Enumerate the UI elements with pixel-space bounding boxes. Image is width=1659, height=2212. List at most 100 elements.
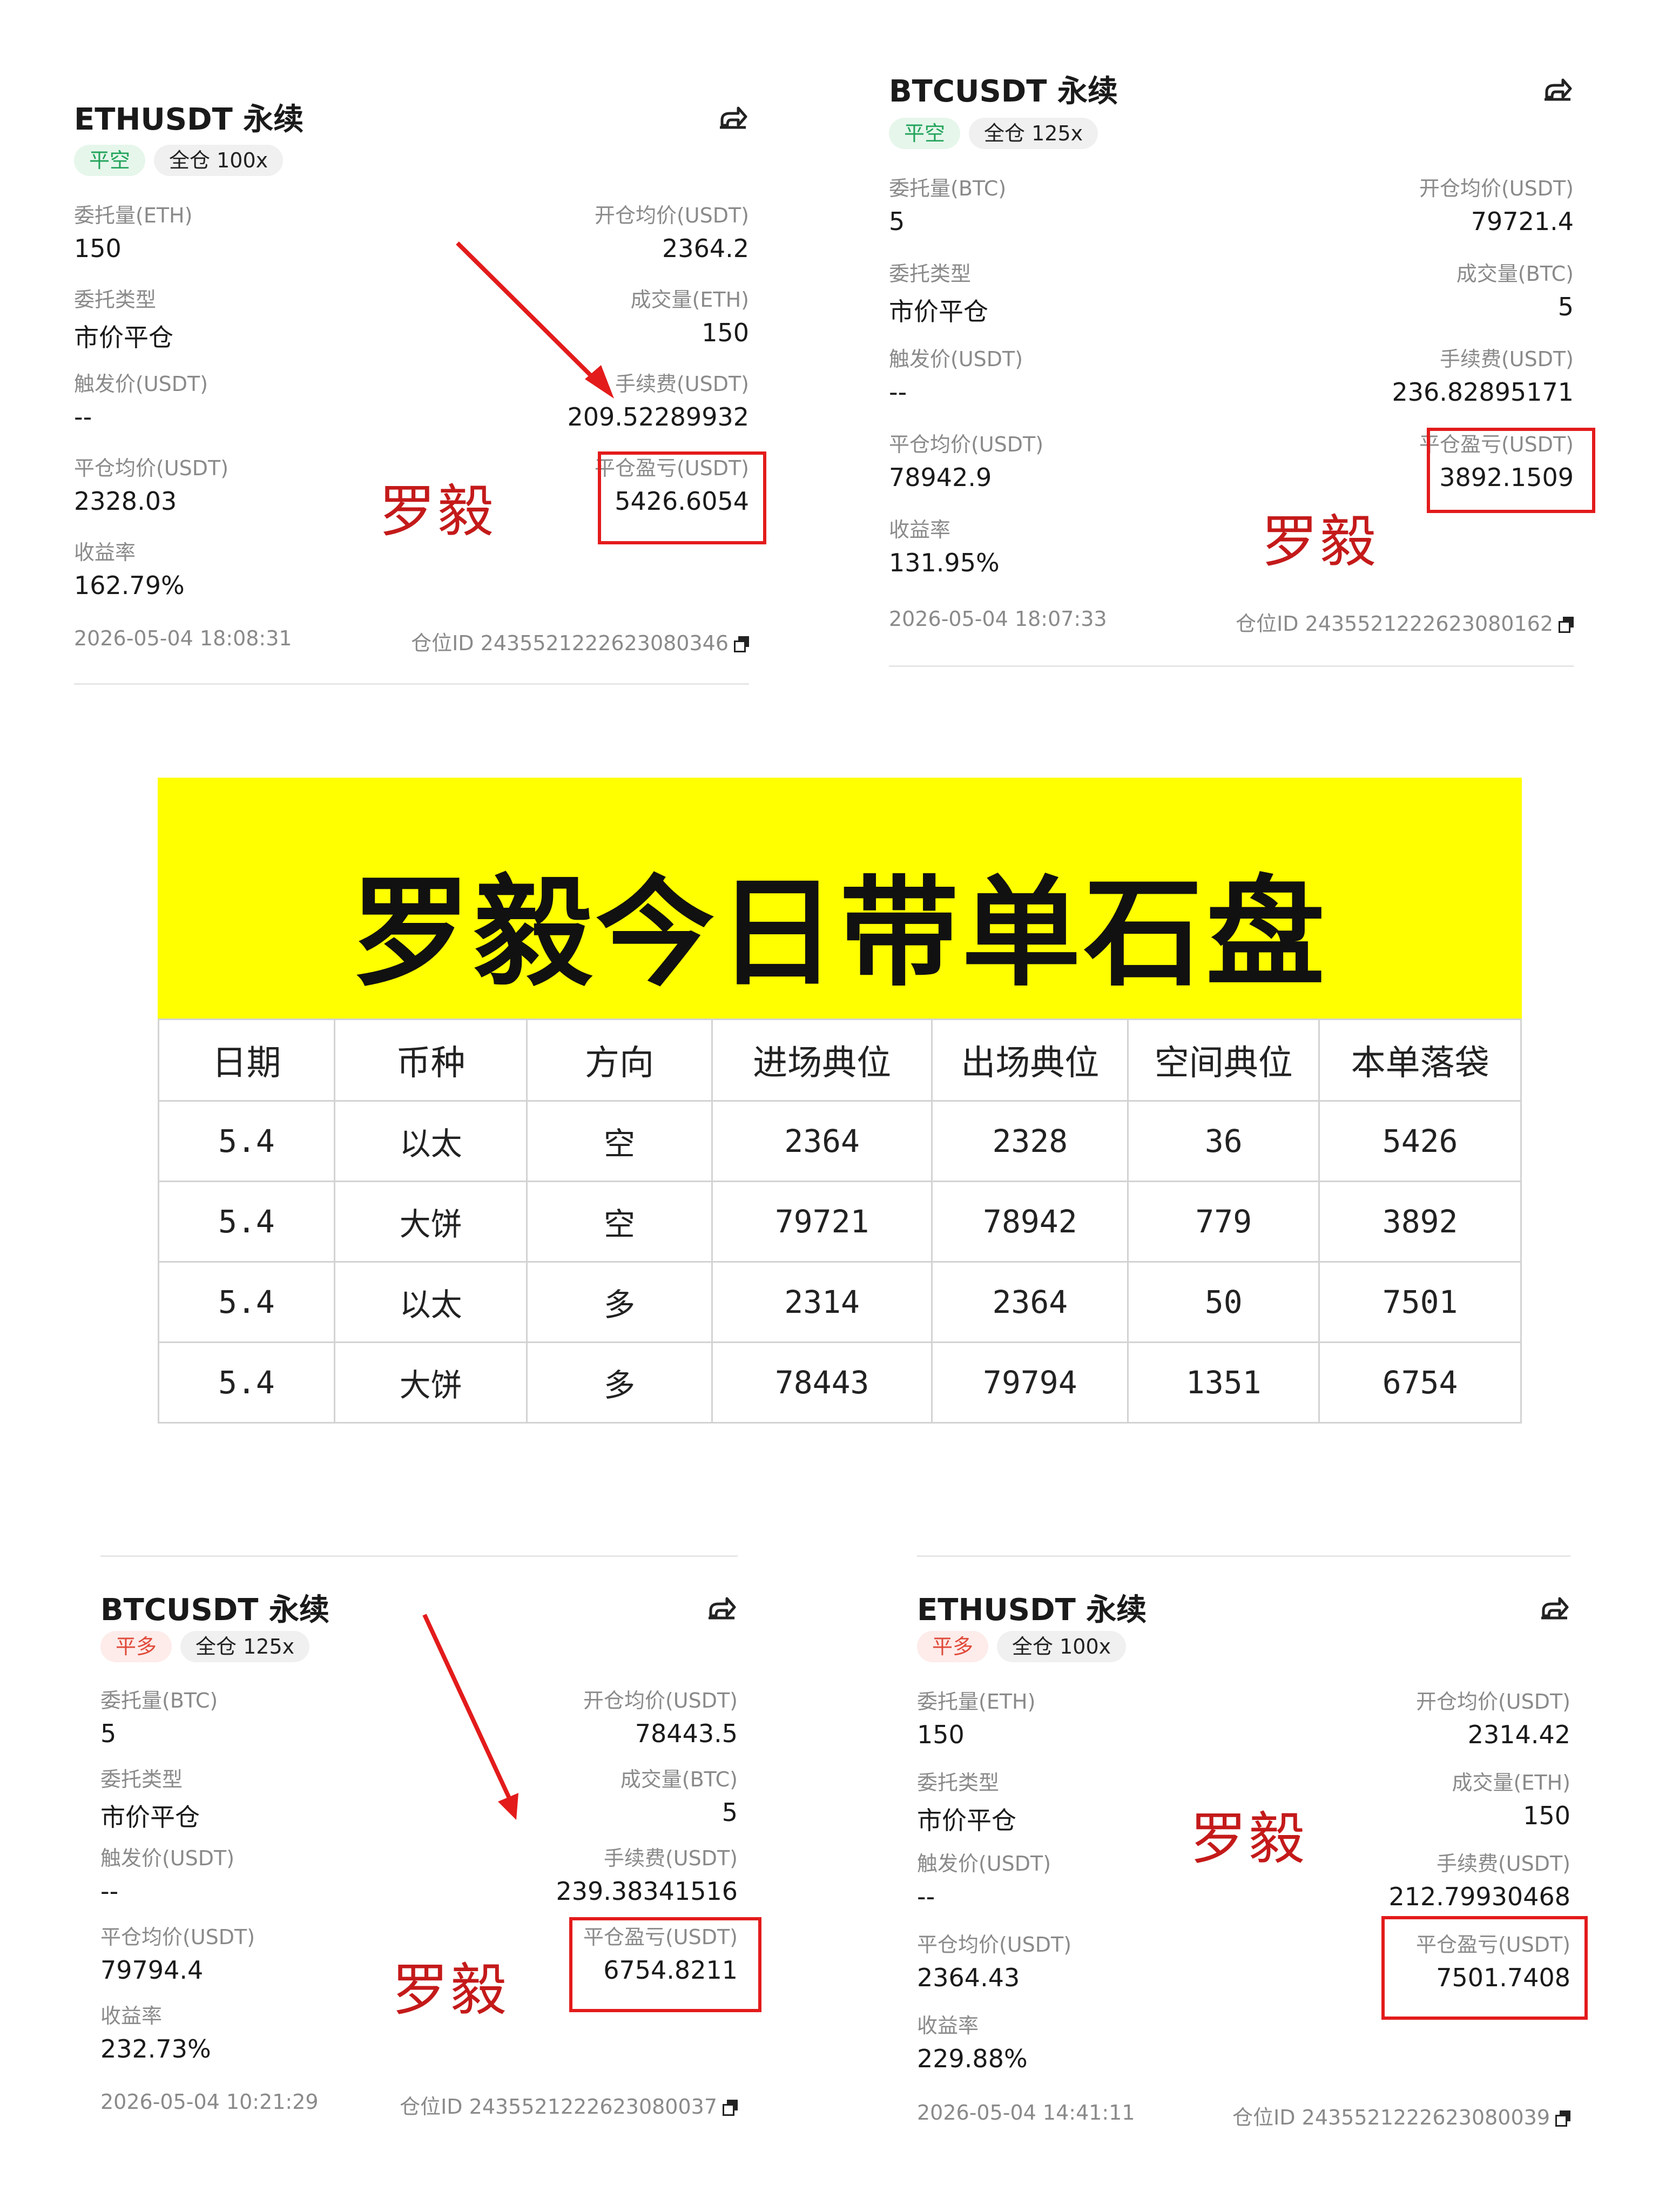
- column-header: 进场典位: [711, 1019, 933, 1102]
- fee-field: 手续费(USDT) 212.79930468: [1388, 1847, 1570, 1911]
- badge-row: 平空 全仓 100x: [74, 145, 284, 176]
- summary-banner: 罗毅今日带单石盘: [158, 778, 1522, 1019]
- card-divider: [917, 1555, 1570, 1557]
- watermark-text: 罗毅: [379, 478, 496, 544]
- field-label: 收益率: [74, 541, 136, 564]
- table-cell: 78443: [711, 1341, 933, 1424]
- field-value: 78942.9: [889, 463, 992, 492]
- filled-field: 成交量(ETH) 150: [631, 283, 749, 347]
- banner-title: 罗毅今日带单石盘: [351, 862, 1328, 1002]
- share-icon[interactable]: [1538, 1591, 1570, 1623]
- arrow-icon: [422, 1614, 518, 1820]
- close-avg-field: 平仓均价(USDT) 78942.9: [889, 428, 1043, 492]
- table-cell: 1351: [1127, 1341, 1320, 1424]
- roi-field: 收益率 162.79%: [74, 536, 185, 600]
- filled-field: 成交量(BTC) 5: [1456, 257, 1574, 321]
- copy-icon[interactable]: [1559, 617, 1574, 633]
- fee-field: 手续费(USDT) 236.82895171: [1392, 342, 1574, 407]
- field-label: 平仓均价(USDT): [917, 1933, 1072, 1957]
- watermark-text: 罗毅: [1190, 1806, 1307, 1872]
- timestamp: 2026-05-04 10:21:29: [100, 2090, 319, 2114]
- column-header: 本单落袋: [1318, 1019, 1522, 1102]
- position-id[interactable]: 仓位ID 2435521222623080162: [1236, 607, 1574, 637]
- position-id-text: 仓位ID 2435521222623080037: [400, 2095, 717, 2119]
- share-icon[interactable]: [705, 1591, 738, 1623]
- table-cell: 779: [1127, 1181, 1320, 1263]
- table-cell: 36: [1127, 1100, 1320, 1182]
- order-qty-field: 委托量(ETH) 150: [74, 199, 192, 263]
- copy-icon[interactable]: [723, 2100, 738, 2116]
- table-cell: 2364: [711, 1100, 933, 1182]
- trade-card-btc-long: BTCUSDT 永续 平多 全仓 125x 委托量(BTC) 5 开仓均价(USD…: [100, 1555, 761, 2133]
- field-value: 150: [1523, 1801, 1570, 1830]
- share-icon[interactable]: [1541, 72, 1574, 105]
- contract-title: BTCUSDT 永续: [100, 1593, 329, 1628]
- trigger-field: 触发价(USDT) --: [74, 367, 208, 431]
- field-label: 成交量(BTC): [620, 1768, 738, 1791]
- field-value: 239.38341516: [556, 1877, 738, 1906]
- field-value: 5: [721, 1798, 738, 1827]
- table-cell: 3892: [1318, 1181, 1522, 1263]
- field-label: 触发价(USDT): [917, 1852, 1051, 1876]
- card-divider: [889, 665, 1574, 667]
- copy-icon[interactable]: [1555, 2110, 1570, 2127]
- pnl-highlight-box: [1427, 428, 1595, 513]
- table-cell: 5.4: [158, 1181, 335, 1263]
- field-value: 2314.42: [1467, 1720, 1570, 1749]
- field-label: 手续费(USDT): [603, 1846, 738, 1870]
- field-label: 收益率: [889, 518, 951, 542]
- table-row: 5.4 大饼 多 78443 79794 1351 6754: [158, 1341, 1522, 1424]
- position-id[interactable]: 仓位ID 2435521222623080037: [400, 2090, 738, 2120]
- timestamp: 2026-05-04 18:07:33: [889, 607, 1107, 631]
- side-badge: 平多: [917, 1631, 989, 1662]
- open-avg-field: 开仓均价(USDT) 79721.4: [1419, 172, 1574, 236]
- table-cell: 50: [1127, 1261, 1320, 1343]
- field-value: 5: [1557, 292, 1574, 321]
- field-label: 委托量(BTC): [100, 1689, 218, 1712]
- table-cell: 以太: [333, 1100, 528, 1182]
- field-label: 委托类型: [100, 1768, 183, 1791]
- trigger-field: 触发价(USDT) --: [889, 342, 1023, 407]
- table-cell: 大饼: [333, 1341, 528, 1424]
- field-label: 成交量(ETH): [630, 288, 749, 312]
- table-cell: 大饼: [333, 1181, 528, 1263]
- column-header: 日期: [158, 1019, 335, 1102]
- pnl-highlight-box: [569, 1917, 761, 2012]
- contract-title: ETHUSDT 永续: [74, 102, 304, 137]
- summary-table: 日期 币种 方向 进场典位 出场典位 空间典位 本单落袋 5.4 以太 空 23…: [158, 1019, 1522, 1424]
- field-value: 150: [74, 234, 122, 263]
- table-cell: 多: [526, 1261, 713, 1343]
- leverage-badge: 全仓 125x: [180, 1631, 310, 1662]
- field-value: 150: [917, 1720, 965, 1749]
- trigger-field: 触发价(USDT) --: [100, 1842, 234, 1906]
- watermark-text: 罗毅: [392, 1957, 509, 2023]
- copy-icon[interactable]: [734, 636, 749, 652]
- field-value: 78443.5: [635, 1719, 738, 1748]
- field-label: 委托类型: [917, 1771, 1000, 1795]
- column-header: 空间典位: [1127, 1019, 1320, 1102]
- position-id-text: 仓位ID 2435521222623080162: [1236, 612, 1553, 636]
- table-cell: 79794: [931, 1341, 1129, 1424]
- side-badge: 平多: [100, 1631, 172, 1662]
- leverage-badge: 全仓 125x: [969, 118, 1098, 149]
- field-label: 手续费(USDT): [1439, 347, 1574, 371]
- share-icon[interactable]: [717, 100, 749, 133]
- table-cell: 5.4: [158, 1100, 335, 1182]
- position-id[interactable]: 仓位ID 2435521222623080346: [411, 626, 749, 656]
- position-id[interactable]: 仓位ID 2435521222623080039: [1232, 2101, 1570, 2130]
- close-avg-field: 平仓均价(USDT) 2364.43: [917, 1928, 1071, 1992]
- contract-title: BTCUSDT 永续: [889, 74, 1118, 109]
- field-label: 手续费(USDT): [1436, 1852, 1570, 1876]
- position-id-text: 仓位ID 2435521222623080039: [1232, 2106, 1550, 2129]
- order-type-field: 委托类型 市价平仓: [74, 283, 173, 354]
- field-label: 委托量(BTC): [889, 177, 1007, 200]
- field-label: 成交量(ETH): [1452, 1771, 1570, 1795]
- filled-field: 成交量(ETH) 150: [1452, 1766, 1570, 1830]
- table-row: 5.4 以太 空 2364 2328 36 5426: [158, 1100, 1522, 1182]
- field-value: --: [917, 1882, 935, 1911]
- table-cell: 以太: [333, 1261, 528, 1343]
- close-avg-field: 平仓均价(USDT) 2328.03: [74, 451, 228, 516]
- order-qty-field: 委托量(BTC) 5: [100, 1684, 218, 1748]
- field-label: 委托量(ETH): [74, 204, 193, 227]
- field-label: 开仓均价(USDT): [583, 1689, 738, 1712]
